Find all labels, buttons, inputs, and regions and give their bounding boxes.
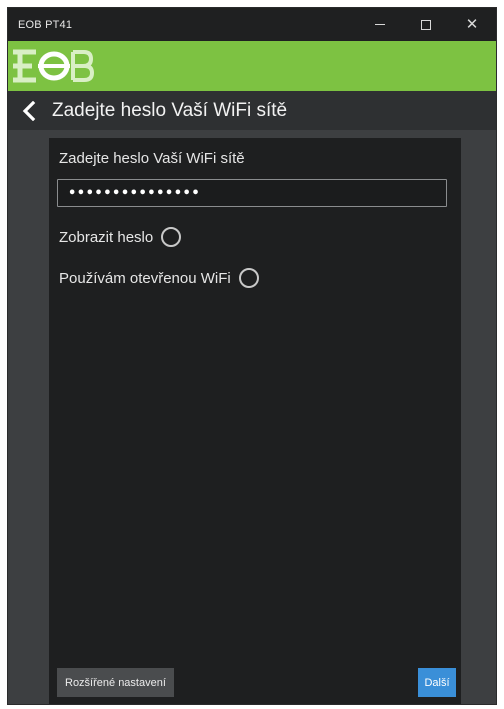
title-bar: EOB PT41 ✕ [8,8,496,41]
show-password-toggle[interactable]: Zobrazit heslo [59,227,182,247]
maximize-icon [421,19,431,30]
nav-bar: Zadejte heslo Vaší WiFi sítě [8,91,496,130]
window-title: EOB PT41 [18,18,73,31]
open-wifi-toggle[interactable]: Používám otevřenou WiFi [59,268,259,288]
show-password-radio[interactable] [161,227,182,247]
next-button[interactable]: Další [418,668,456,697]
minimize-icon [375,24,385,25]
show-password-label: Zobrazit heslo [59,228,154,246]
close-icon: ✕ [465,16,479,33]
back-button[interactable] [14,91,44,130]
password-input[interactable] [57,179,447,207]
wifi-password-panel: Zadejte heslo Vaší WiFi sítě Zobrazit he… [49,138,461,704]
close-button[interactable]: ✕ [452,8,492,41]
chevron-left-icon [22,100,36,121]
maximize-button[interactable] [406,8,446,41]
open-wifi-radio[interactable] [238,268,259,288]
open-wifi-label: Používám otevřenou WiFi [59,269,231,287]
app-window: EOB PT41 ✕ Zadejte heslo Vaší WiFi sítě [8,8,496,704]
page-title: Zadejte heslo Vaší WiFi sítě [52,99,288,121]
eob-logo [13,49,94,83]
minimize-button[interactable] [360,8,400,41]
brand-bar [8,41,496,91]
password-label: Zadejte heslo Vaší WiFi sítě [59,150,245,167]
advanced-settings-button[interactable]: Rozšířené nastavení [57,668,174,697]
